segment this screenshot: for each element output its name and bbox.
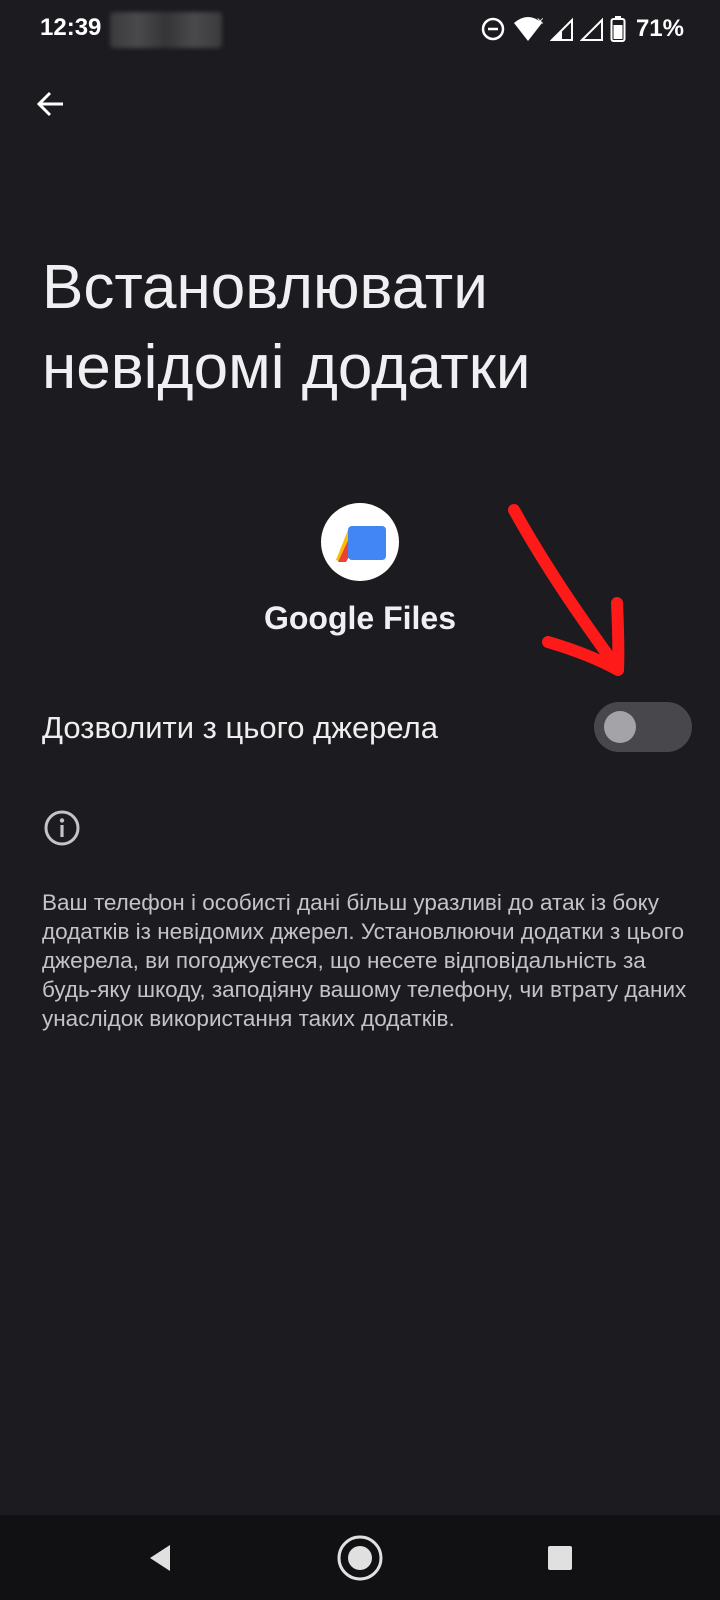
allow-from-source-row[interactable]: Дозволити з цього джерела [0,690,720,770]
status-time: 12:39 [40,14,102,41]
nav-home-icon [337,1535,383,1580]
status-icons: × 71% [480,12,684,46]
nav-recents-button[interactable] [530,1515,590,1600]
allow-from-source-label: Дозволити з цього джерела [42,710,438,745]
status-bar: 12:39 × 71% [0,0,720,58]
do-not-disturb-icon [480,16,506,42]
signal-icon [579,16,604,42]
wifi-icon: × [512,15,544,43]
signal-icon [549,16,574,42]
info-icon [42,808,82,848]
page-title: Встановлювати невідомі додатки [42,253,531,402]
warning-text: Ваш телефон і особисті дані більш уразли… [42,890,687,1031]
blurred-notification-icons [110,12,222,48]
nav-recents-icon [548,1545,572,1570]
battery-percent: 71% [635,15,684,42]
nav-home-button[interactable] [330,1515,390,1600]
arrow-back-icon [36,91,63,117]
files-app-icon [321,503,399,581]
svg-text:×: × [536,16,544,27]
allow-from-source-toggle[interactable] [594,702,692,752]
nav-back-button[interactable] [130,1515,190,1600]
nav-back-icon [150,1544,170,1571]
back-button[interactable] [26,80,74,128]
toggle-knob [604,711,636,743]
navigation-bar [0,1515,720,1600]
app-name: Google Files [263,600,457,636]
battery-icon [610,15,626,43]
